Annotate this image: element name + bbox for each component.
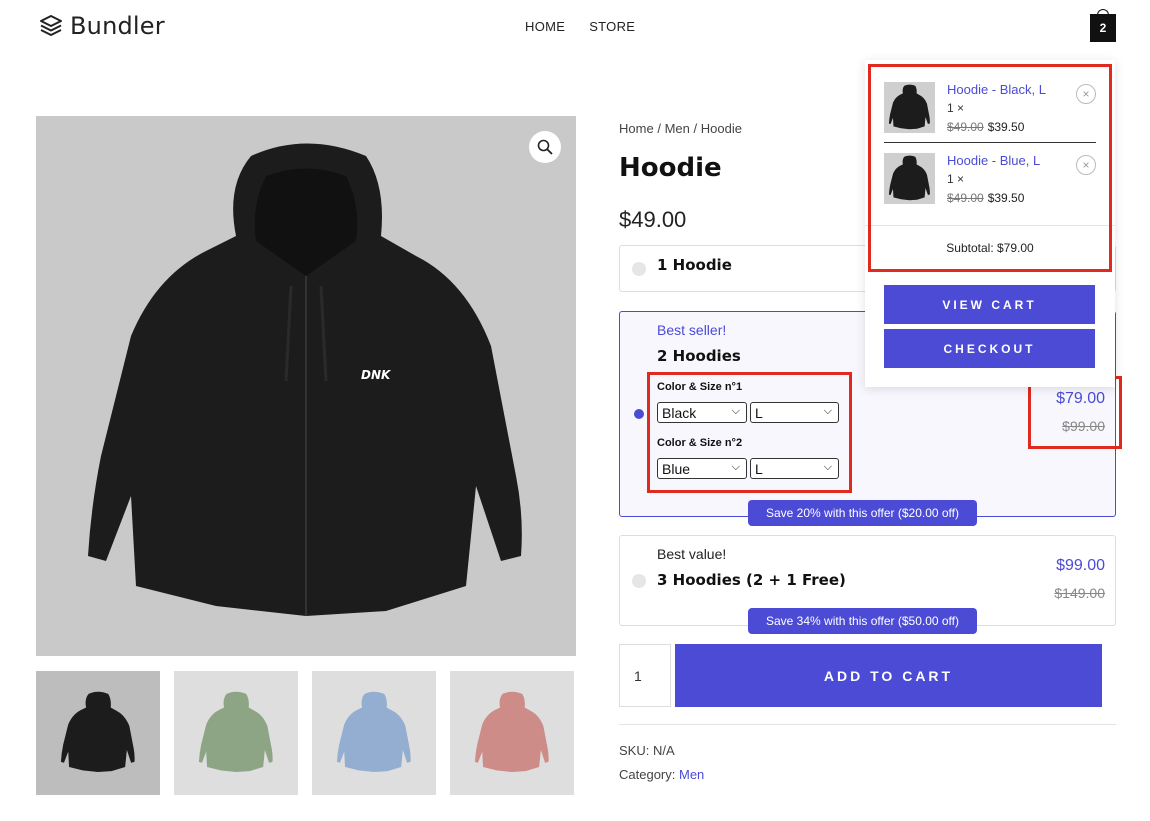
variant-2-size-select[interactable]: L ⌵ (750, 458, 839, 479)
logo-text: Bundler (70, 12, 165, 40)
product-sku: SKU: N/A (619, 743, 675, 758)
hoodie-thumb-image (888, 84, 930, 130)
cart-item-new-price: $39.50 (987, 120, 1025, 134)
select-value: Black (662, 404, 697, 421)
view-cart-button[interactable]: VIEW CART (884, 285, 1095, 324)
breadcrumb: Home / Men / Hoodie (619, 121, 742, 136)
product-category: Category: Men (619, 767, 704, 782)
product-main-image[interactable]: DNK (36, 116, 576, 656)
cart-item-name[interactable]: Hoodie - Blue, L (947, 153, 1040, 168)
offer-name: 2 Hoodies (657, 347, 741, 365)
hoodie-thumb-image (336, 691, 411, 773)
cart-item-new-price: $39.50 (987, 191, 1025, 205)
breadcrumb-separator: / (693, 121, 698, 136)
subtotal-divider (865, 225, 1115, 226)
offer-radio[interactable] (632, 574, 646, 588)
thumbnail-black[interactable] (36, 671, 160, 795)
select-value: Blue (662, 460, 691, 477)
thumbnail-green[interactable] (174, 671, 298, 795)
cart-item-qty: 1 × (947, 101, 965, 115)
hoodie-thumb-image (198, 691, 273, 773)
nav-store[interactable]: STORE (589, 19, 635, 34)
variant-1-size-select[interactable]: L ⌵ (750, 402, 839, 423)
mini-cart-dropdown: Hoodie - Black, L 1 × $49.00 $39.50 × Hoo… (865, 60, 1115, 387)
hoodie-print-logo: DNK (361, 368, 392, 382)
offer-name: 3 Hoodies (2 + 1 Free) (657, 571, 846, 589)
cart-count-button[interactable]: 2 (1090, 14, 1116, 42)
breadcrumb-current: Hoodie (700, 121, 742, 136)
hoodie-image: DNK (88, 143, 522, 616)
offer-price: $79.00 (1056, 390, 1105, 407)
chevron-down-icon: ⌵ (823, 405, 832, 417)
breadcrumb-men[interactable]: Men (665, 121, 690, 136)
cart-item-old-price: $49.00 (947, 120, 984, 134)
offer-old-price: $99.00 (1062, 418, 1105, 434)
stacked-layers-icon (40, 15, 62, 36)
thumbnail-strip (36, 671, 574, 795)
chevron-down-icon: ⌵ (823, 461, 832, 473)
thumbnail-red[interactable] (450, 671, 574, 795)
variant-2-label: Color & Size n°2 (657, 437, 743, 449)
cart-item: Hoodie - Blue, L 1 × $49.00 $39.50 × (884, 153, 1096, 213)
thumbnail-blue[interactable] (312, 671, 436, 795)
checkout-button[interactable]: CHECKOUT (884, 329, 1095, 368)
cart-item-price: $49.00 $39.50 (947, 120, 1024, 134)
page-title: Hoodie (619, 153, 722, 183)
cart-item-thumbnail[interactable] (884, 82, 935, 133)
sku-label: SKU: (619, 743, 650, 758)
remove-item-icon[interactable]: × (1076, 84, 1096, 104)
cart-item-name[interactable]: Hoodie - Black, L (947, 82, 1046, 97)
magnifier-icon (537, 139, 553, 155)
variant-2-color-select[interactable]: Blue ⌵ (657, 458, 747, 479)
offer-tag: Best value! (657, 546, 727, 562)
add-to-cart-button[interactable]: ADD TO CART (675, 644, 1102, 707)
breadcrumb-separator: / (657, 121, 661, 136)
cart-subtotal: Subtotal: $79.00 (946, 241, 1034, 255)
offer-2-save-badge: Save 20% with this offer ($20.00 off) (748, 500, 978, 526)
remove-item-icon[interactable]: × (1076, 155, 1096, 175)
cart-item-price: $49.00 $39.50 (947, 191, 1024, 205)
category-label: Category: (619, 767, 676, 782)
offer-old-price: $149.00 (1054, 585, 1105, 601)
category-link[interactable]: Men (679, 767, 704, 782)
variant-1-color-select[interactable]: Black ⌵ (657, 402, 747, 423)
cart-item: Hoodie - Black, L 1 × $49.00 $39.50 × (884, 82, 1096, 142)
sku-value: N/A (652, 743, 675, 758)
breadcrumb-home[interactable]: Home (619, 121, 654, 136)
offer-tag: Best seller! (657, 322, 727, 338)
nav-home[interactable]: HOME (525, 19, 565, 34)
variant-1-label: Color & Size n°1 (657, 381, 743, 393)
zoom-button[interactable] (529, 131, 561, 163)
offer-name: 1 Hoodie (657, 256, 732, 274)
chevron-down-icon: ⌵ (731, 405, 740, 417)
site-logo[interactable]: Bundler (38, 12, 165, 40)
product-price: $49.00 (619, 207, 687, 232)
chevron-down-icon: ⌵ (731, 461, 740, 473)
hoodie-thumb-image (888, 155, 930, 201)
main-nav: HOME STORE (525, 19, 635, 34)
cart-item-thumbnail[interactable] (884, 153, 935, 204)
offer-3-save-badge: Save 34% with this offer ($50.00 off) (748, 608, 978, 634)
divider (619, 724, 1116, 725)
offer-radio[interactable] (632, 262, 646, 276)
offer-price: $99.00 (1056, 557, 1105, 574)
hoodie-thumb-image (60, 691, 135, 773)
select-value: L (755, 460, 763, 477)
cart-item-old-price: $49.00 (947, 191, 984, 205)
quantity-input[interactable]: 1 (619, 644, 671, 707)
hoodie-thumb-image (474, 691, 549, 773)
cart-item-divider (884, 142, 1096, 143)
offer-radio-selected[interactable] (634, 409, 644, 419)
cart-item-qty: 1 × (947, 172, 965, 186)
select-value: L (755, 404, 763, 421)
